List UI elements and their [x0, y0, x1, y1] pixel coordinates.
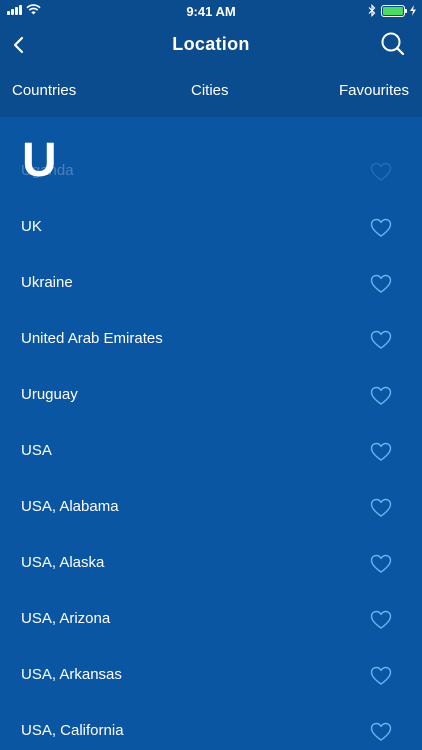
country-name: United Arab Emirates [21, 330, 163, 347]
country-row[interactable]: United Arab Emirates [0, 312, 422, 368]
favourite-heart-icon[interactable] [370, 162, 392, 182]
section-index-letter: U [22, 134, 57, 187]
country-name: USA [21, 442, 52, 459]
tab-bar: Countries Cities Favourites [0, 68, 422, 117]
country-row[interactable]: USA, Arizona [0, 592, 422, 648]
country-row[interactable]: USA [0, 424, 422, 480]
header: 9:41 AM Location Countries Cities Favour… [0, 0, 422, 117]
country-row[interactable]: USA, Arkansas [0, 648, 422, 704]
page-title: Location [172, 34, 250, 54]
nav-bar: Location [0, 22, 422, 68]
tab-favourites[interactable]: Favourites [339, 82, 409, 99]
country-row[interactable]: UK [0, 200, 422, 256]
favourite-heart-icon[interactable] [370, 610, 392, 630]
favourite-heart-icon[interactable] [370, 218, 392, 238]
tab-countries[interactable]: Countries [12, 82, 76, 99]
country-name: Uruguay [21, 386, 78, 403]
favourite-heart-icon[interactable] [370, 274, 392, 294]
favourite-heart-icon[interactable] [370, 722, 392, 742]
country-row[interactable]: Uganda [0, 144, 422, 200]
status-right [368, 4, 416, 17]
favourite-heart-icon[interactable] [370, 386, 392, 406]
country-name: USA, Alaska [21, 554, 105, 571]
country-name: UK [21, 218, 42, 235]
country-name: USA, California [21, 722, 124, 739]
bluetooth-icon [368, 4, 376, 17]
country-row[interactable]: USA, Alaska [0, 536, 422, 592]
status-bar: 9:41 AM [0, 0, 422, 22]
battery-icon [381, 4, 407, 17]
search-icon[interactable] [380, 30, 406, 58]
country-row[interactable]: USA, California [0, 704, 422, 750]
charging-icon [410, 5, 416, 16]
country-name: USA, Arizona [21, 610, 111, 627]
favourite-heart-icon[interactable] [370, 330, 392, 350]
favourite-heart-icon[interactable] [370, 442, 392, 462]
status-time: 9:41 AM [186, 4, 236, 19]
favourite-heart-icon[interactable] [370, 498, 392, 518]
country-row[interactable]: USA, Alabama [0, 480, 422, 536]
country-row[interactable]: Uruguay [0, 368, 422, 424]
favourite-heart-icon[interactable] [370, 666, 392, 686]
country-name: USA, Arkansas [21, 666, 122, 683]
country-list[interactable]: U Uganda UK Ukraine United Arab Emirates Uru… [0, 117, 422, 750]
country-name: USA, Alabama [21, 498, 119, 515]
tab-cities[interactable]: Cities [191, 82, 229, 99]
favourite-heart-icon[interactable] [370, 554, 392, 574]
country-row[interactable]: Ukraine [0, 256, 422, 312]
country-name: Ukraine [21, 274, 73, 291]
